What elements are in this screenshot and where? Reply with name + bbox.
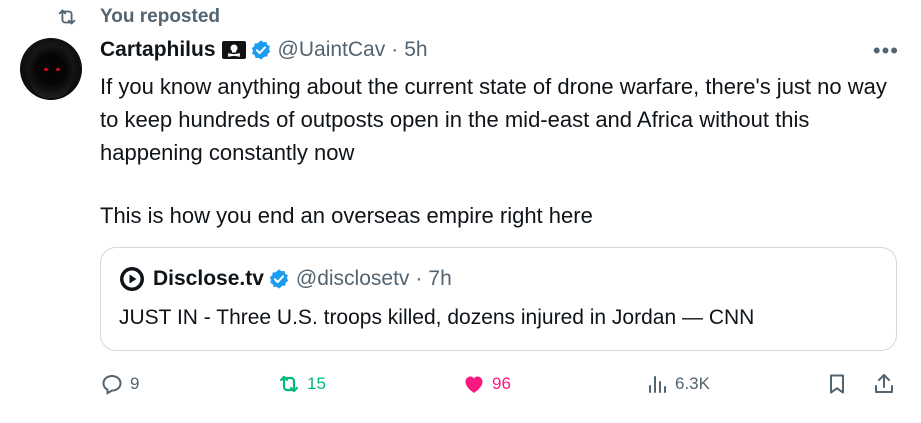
- action-bar: 9 15 96 6.3K: [100, 372, 900, 406]
- views-button[interactable]: 6.3K: [645, 372, 710, 396]
- views-count: 6.3K: [675, 374, 710, 393]
- repost-label: You reposted: [100, 6, 220, 27]
- like-count: 96: [492, 374, 511, 393]
- reply-count: 9: [130, 374, 140, 393]
- repost-indicator: You reposted: [56, 6, 220, 28]
- quoted-tweet-time[interactable]: 7h: [428, 267, 451, 291]
- quoted-author-name[interactable]: Disclose.tv: [153, 267, 264, 291]
- author-handle[interactable]: @UaintCav: [278, 38, 386, 62]
- avatar-eye-left: [44, 68, 48, 71]
- pirate-flag-icon: [221, 41, 246, 59]
- disclose-logo-icon: [120, 267, 144, 291]
- avatar[interactable]: [20, 38, 82, 100]
- heart-icon: [465, 376, 483, 393]
- tweet-paragraph: If you know anything about the current s…: [100, 74, 887, 165]
- quoted-author-handle[interactable]: @disclosetv: [296, 267, 410, 291]
- avatar-eye-right: [56, 68, 60, 71]
- quoted-tweet[interactable]: Disclose.tv @disclosetv · 7h JUST IN - T…: [100, 247, 897, 351]
- separator-dot: ·: [415, 267, 423, 290]
- quoted-tweet-header: Disclose.tv @disclosetv · 7h: [119, 266, 452, 292]
- share-icon: [875, 374, 893, 393]
- more-options-icon[interactable]: •••: [873, 38, 899, 64]
- separator-dot: ·: [391, 38, 399, 61]
- retweet-button[interactable]: 15: [277, 372, 326, 396]
- bar-chart-icon: [649, 376, 666, 393]
- tweet-time[interactable]: 5h: [404, 38, 427, 62]
- author-name[interactable]: Cartaphilus: [100, 38, 216, 62]
- avatar-hood: [30, 46, 72, 98]
- tweet-header: Cartaphilus @UaintCav · 5h: [100, 38, 428, 62]
- tweet-text: If you know anything about the current s…: [100, 70, 900, 232]
- tweet-paragraph: This is how you end an overseas empire r…: [100, 203, 593, 228]
- reply-button[interactable]: 9: [100, 372, 139, 396]
- bookmark-icon: [830, 374, 844, 394]
- quoted-tweet-text: JUST IN - Three U.S. troops killed, doze…: [119, 306, 755, 329]
- verified-badge-icon: [269, 269, 289, 289]
- retweet-count: 15: [307, 374, 326, 393]
- like-button[interactable]: 96: [462, 372, 511, 396]
- repost-icon: [58, 9, 76, 25]
- verified-badge-icon: [251, 40, 270, 60]
- reply-icon: [102, 374, 122, 395]
- bookmark-button[interactable]: [825, 372, 855, 396]
- share-button[interactable]: [872, 372, 902, 396]
- retweet-icon: [279, 375, 299, 393]
